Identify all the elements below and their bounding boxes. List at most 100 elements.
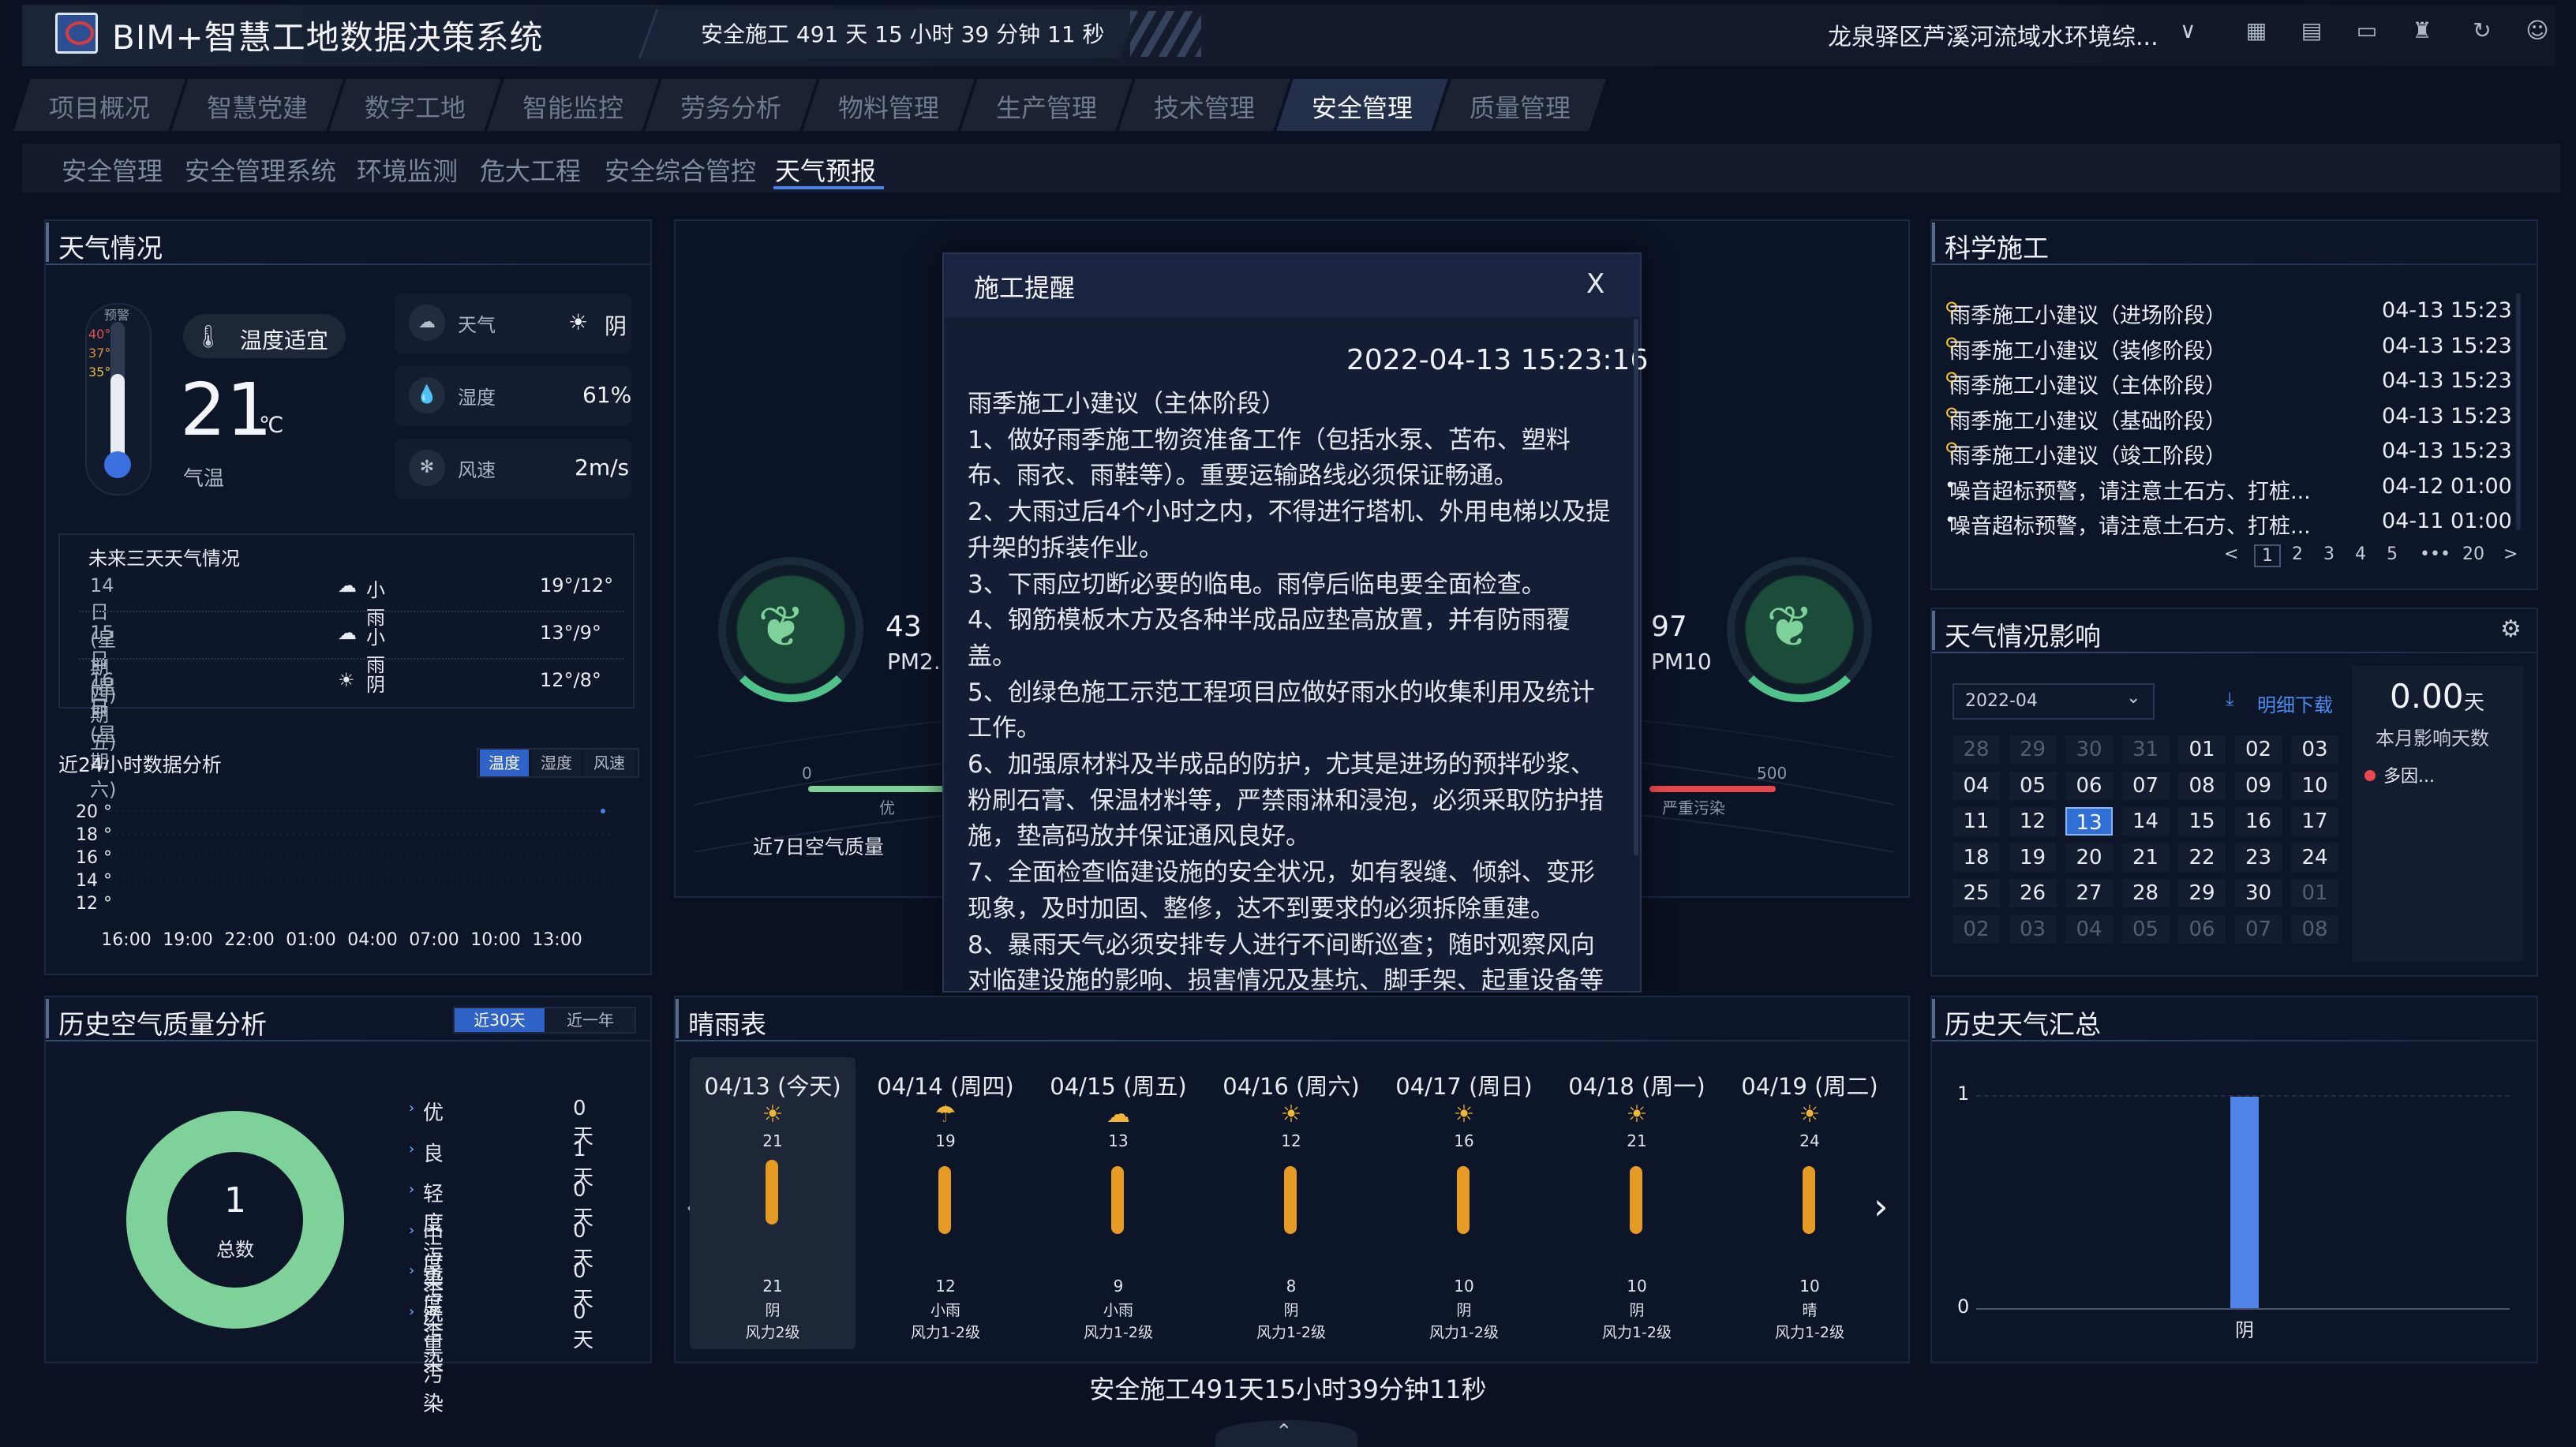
calendar-day[interactable]: 03 <box>2009 914 2057 944</box>
subnav-item-0[interactable]: 安全管理 <box>62 151 163 188</box>
modal-scrollbar[interactable] <box>1634 319 1638 855</box>
download-link[interactable]: 明细下载 <box>2257 690 2333 717</box>
nav-tab-8[interactable]: 安全管理 <box>1285 88 1440 125</box>
nav-tab-2[interactable]: 数字工地 <box>338 88 492 125</box>
toggle-temperature[interactable]: 温度 <box>480 750 529 776</box>
nav-tab-9[interactable]: 质量管理 <box>1443 88 1597 125</box>
rain-day-column[interactable]: 04/19 (周二) ☀ 24 10 晴风力1-2级 <box>1727 1057 1893 1349</box>
calendar-day[interactable]: 28 <box>1953 735 2000 764</box>
calendar-day[interactable]: 01 <box>2291 879 2338 907</box>
grid-icon[interactable]: ▦ <box>2243 17 2270 44</box>
chevron-down-icon[interactable]: ∨ <box>2180 17 2196 43</box>
calendar-day[interactable]: 05 <box>2121 914 2170 944</box>
shirt-icon[interactable]: ♜ <box>2409 17 2436 44</box>
download-icon[interactable]: ⤓ <box>2226 688 2234 710</box>
rain-day-column[interactable]: 04/17 (周日) ☀ 16 10 阴风力1-2级 <box>1381 1057 1547 1349</box>
science-item[interactable]: 噪音超标预警，请注意土石方、打桩... <box>1949 509 2391 540</box>
subnav-item-4[interactable]: 安全综合管控 <box>605 151 756 188</box>
calendar-day[interactable]: 03 <box>2291 735 2338 764</box>
nav-tab-5[interactable]: 物料管理 <box>811 88 966 125</box>
science-item[interactable]: 雨季施工小建议（主体阶段） <box>1949 368 2391 399</box>
calendar-day[interactable]: 04 <box>1953 771 2000 800</box>
user-icon[interactable]: ☺ <box>2524 17 2551 44</box>
nav-tab-0[interactable]: 项目概况 <box>22 88 177 125</box>
refresh-icon[interactable]: ↻ <box>2469 17 2496 44</box>
calendar-day[interactable]: 21 <box>2121 843 2170 872</box>
subnav-item-5[interactable]: 天气预报 <box>775 151 876 188</box>
calendar-day[interactable]: 11 <box>1953 807 2000 836</box>
pager-item[interactable]: ••• <box>2420 544 2451 564</box>
calendar-day[interactable]: 26 <box>2009 879 2057 907</box>
pager-item[interactable]: > <box>2503 544 2518 564</box>
calendar-day[interactable]: 30 <box>2065 735 2113 764</box>
nav-tab-7[interactable]: 技术管理 <box>1127 88 1282 125</box>
calendar-day[interactable]: 04 <box>2065 914 2113 944</box>
calendar-day[interactable]: 18 <box>1953 843 2000 872</box>
calendar-day[interactable]: 06 <box>2065 771 2113 800</box>
pager-item[interactable]: 4 <box>2355 544 2366 564</box>
calendar-day[interactable]: 05 <box>2009 771 2057 800</box>
pager-item[interactable]: 2 <box>2292 544 2303 564</box>
calendar-day[interactable]: 12 <box>2009 807 2057 836</box>
rain-day-column[interactable]: 04/16 (周六) ☀ 12 8 阴风力1-2级 <box>1208 1057 1374 1349</box>
calendar-day[interactable]: 24 <box>2291 843 2338 872</box>
science-item[interactable]: 噪音超标预警，请注意土石方、打桩... <box>1949 474 2391 505</box>
calendar-day[interactable]: 29 <box>2009 735 2057 764</box>
nav-tab-6[interactable]: 生产管理 <box>969 88 1124 125</box>
toggle-30-days[interactable]: 近30天 <box>455 1008 545 1032</box>
project-selector[interactable]: 龙泉驿区芦溪河流域水环境综... <box>1828 17 2159 52</box>
subnav-item-1[interactable]: 安全管理系统 <box>185 151 336 188</box>
close-icon[interactable]: X <box>1586 268 1604 300</box>
calendar-day[interactable]: 02 <box>2234 735 2282 764</box>
pager-item[interactable]: 20 <box>2462 544 2484 564</box>
subnav-item-2[interactable]: 环境监测 <box>357 151 458 188</box>
calendar-day[interactable]: 17 <box>2291 807 2338 836</box>
science-item[interactable]: 雨季施工小建议（进场阶段） <box>1949 298 2391 329</box>
calendar-day[interactable]: 07 <box>2121 771 2170 800</box>
calendar-day[interactable]: 08 <box>2291 914 2338 944</box>
toggle-humidity[interactable]: 湿度 <box>532 750 581 776</box>
calendar-day[interactable]: 23 <box>2234 843 2282 872</box>
list-icon[interactable]: ▤ <box>2298 17 2325 44</box>
science-item[interactable]: 雨季施工小建议（装修阶段） <box>1949 334 2391 365</box>
rain-day-column[interactable]: 04/14 (周四) ☂ 19 12 小雨 风力1-2级 <box>863 1057 1028 1349</box>
pager-item[interactable]: < <box>2224 544 2238 564</box>
nav-tab-3[interactable]: 智能监控 <box>496 88 650 125</box>
science-scrollbar[interactable] <box>2516 294 2521 530</box>
calendar-day[interactable]: 09 <box>2234 771 2282 800</box>
modal-body[interactable]: 雨季施工小建议（主体阶段） 1、做好雨季施工物资准备工作（包括水泵、苫布、塑料布… <box>944 319 1640 991</box>
calendar-day[interactable]: 01 <box>2178 735 2226 764</box>
calendar-day[interactable]: 13 <box>2065 807 2113 836</box>
toggle-1-year[interactable]: 近一年 <box>546 1008 635 1032</box>
subnav-item-3[interactable]: 危大工程 <box>480 151 581 188</box>
pager-item[interactable]: 5 <box>2387 544 2398 564</box>
rain-day-column[interactable]: 04/18 (周一) ☀ 21 10 阴风力1-2级 <box>1554 1057 1720 1349</box>
calendar-day[interactable]: 16 <box>2234 807 2282 836</box>
chevron-up-icon[interactable]: ⌃ <box>1275 1420 1293 1444</box>
calendar-day[interactable]: 10 <box>2291 771 2338 800</box>
science-item[interactable]: 雨季施工小建议（基础阶段） <box>1949 404 2391 435</box>
calendar-day[interactable]: 02 <box>1953 914 2000 944</box>
calendar-day[interactable]: 31 <box>2121 735 2170 764</box>
calendar-day[interactable]: 20 <box>2065 843 2113 872</box>
calendar-day[interactable]: 30 <box>2234 879 2282 907</box>
calendar-day[interactable]: 22 <box>2178 843 2226 872</box>
rain-day-column[interactable]: 04/15 (周五) ☁ 13 9 小雨 风力1-2级 <box>1035 1057 1201 1349</box>
pager-item[interactable]: 1 <box>2254 544 2281 567</box>
calendar-day[interactable]: 19 <box>2009 843 2057 872</box>
calendar-day[interactable]: 25 <box>1953 879 2000 907</box>
calendar-day[interactable]: 07 <box>2234 914 2282 944</box>
calendar-day[interactable]: 15 <box>2178 807 2226 836</box>
nav-tab-1[interactable]: 智慧党建 <box>180 88 335 125</box>
monitor-icon[interactable]: ▭ <box>2353 17 2380 44</box>
calendar-day[interactable]: 06 <box>2178 914 2226 944</box>
calendar-day[interactable]: 08 <box>2178 771 2226 800</box>
rain-day-column[interactable]: 04/13 (今天) ☀ 21 21 阴风力2级 <box>690 1057 856 1349</box>
toggle-wind[interactable]: 风速 <box>584 750 635 776</box>
nav-tab-4[interactable]: 劳务分析 <box>653 88 808 125</box>
pager-item[interactable]: 3 <box>2323 544 2334 564</box>
calendar-day[interactable]: 14 <box>2121 807 2170 836</box>
calendar-day[interactable]: 28 <box>2121 879 2170 907</box>
calendar-day[interactable]: 27 <box>2065 879 2113 907</box>
science-item[interactable]: 雨季施工小建议（竣工阶段） <box>1949 439 2391 469</box>
